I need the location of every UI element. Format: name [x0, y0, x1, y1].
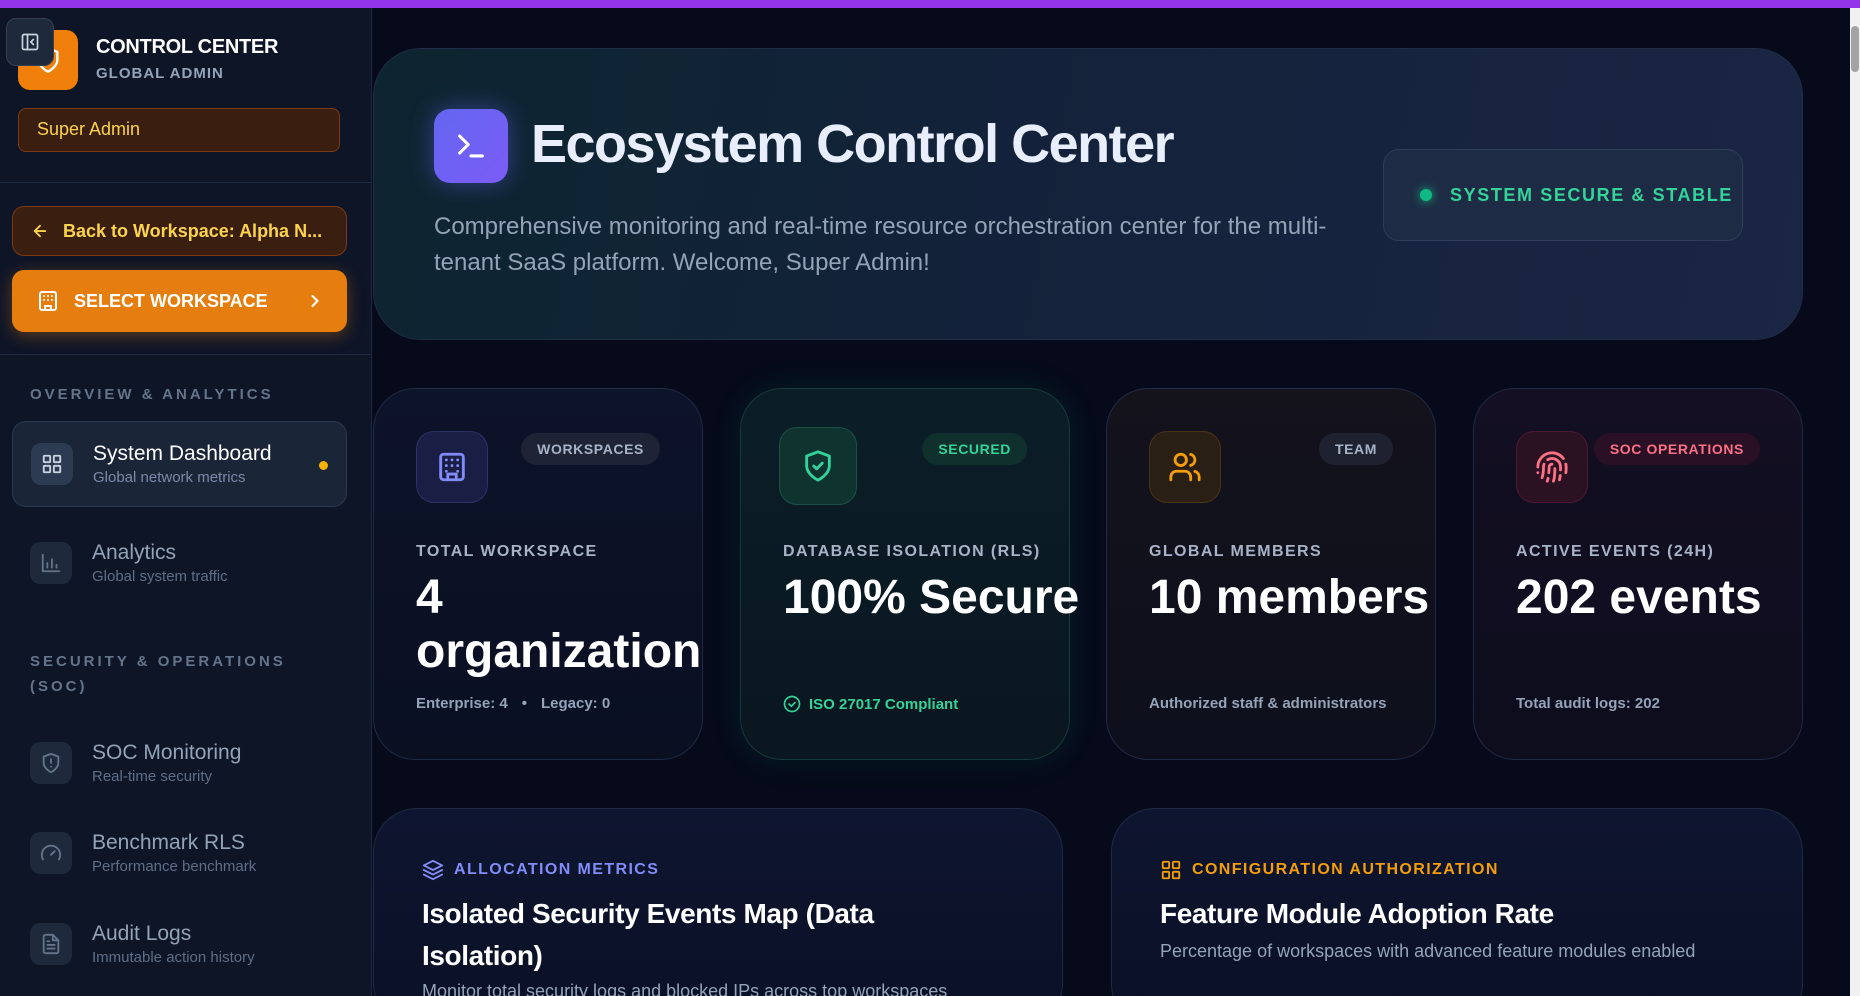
role-badge: Super Admin: [18, 108, 340, 152]
shield-alert-icon: [30, 742, 72, 784]
sidebar-item-benchmark-rls[interactable]: Benchmark RLS Performance benchmark: [12, 810, 347, 896]
grid-icon: [1161, 860, 1181, 880]
sidebar-item-subtitle: Real-time security: [92, 768, 213, 785]
grid-icon: [31, 443, 73, 485]
back-to-workspace-button[interactable]: Back to Workspace: Alpha N...: [12, 206, 347, 256]
panel-subtitle: Percentage of workspaces with advanced f…: [1160, 941, 1696, 961]
page-description: Comprehensive monitoring and real-time r…: [434, 213, 1327, 276]
panel-title: Feature Module Adoption Rate: [1160, 898, 1554, 929]
card-label: DATABASE ISOLATION (RLS): [783, 543, 1041, 560]
users-icon: [1149, 431, 1221, 503]
section-label-overview: OVERVIEW & ANALYTICS: [30, 386, 274, 403]
building-icon: [39, 291, 57, 311]
sidebar-item-system-dashboard[interactable]: System Dashboard Global network metrics: [12, 421, 347, 507]
bar-chart-icon: [30, 542, 72, 584]
panel-kicker: CONFIGURATION AUTHORIZATION: [1160, 859, 1499, 881]
stat-card-db-isolation[interactable]: SECURED DATABASE ISOLATION (RLS) 100% Se…: [740, 388, 1079, 760]
stat-card-members[interactable]: TEAM GLOBAL MEMBERS 10 members Authorize…: [1106, 388, 1436, 760]
back-to-workspace-label: Back to Workspace: Alpha N...: [63, 220, 323, 241]
sidebar-item-subtitle: Immutable action history: [92, 949, 255, 966]
sidebar-item-subtitle: Global system traffic: [92, 568, 228, 585]
sidebar-divider: [0, 182, 371, 183]
arrow-left-icon: [33, 224, 47, 238]
sidebar-divider: [0, 354, 371, 355]
fingerprint-icon: [1516, 431, 1588, 503]
building-icon: [416, 431, 488, 503]
sidebar-item-title: Benchmark RLS: [92, 831, 245, 854]
layers-icon: [422, 859, 444, 881]
legacy-count: Legacy: 0: [540, 695, 611, 712]
card-value: 4 organization: [416, 571, 702, 678]
top-accent-bar: [0, 0, 1860, 8]
system-status-text: SYSTEM SECURE & STABLE: [1450, 185, 1733, 205]
card-badge: SECURED: [922, 433, 1027, 465]
brand-title: CONTROL CENTER: [96, 36, 279, 58]
card-value: 100% Secure: [783, 571, 1080, 624]
panel-kicker-text: CONFIGURATION AUTHORIZATION: [1192, 861, 1499, 878]
card-label: GLOBAL MEMBERS: [1149, 543, 1323, 560]
section-label-security: SECURITY & OPERATIONS (SOC): [30, 653, 286, 695]
panel-title: Isolated Security Events Map (Data Isola…: [422, 898, 874, 971]
panel-security-events-map: ALLOCATION METRICS Isolated Security Eve…: [373, 808, 1063, 996]
card-badge: TEAM: [1318, 433, 1393, 465]
enterprise-count: Enterprise: 4: [416, 695, 508, 712]
sidebar-item-title: Audit Logs: [92, 922, 192, 945]
card-value: 202 events: [1516, 571, 1762, 624]
card-footer: Enterprise: 4 • Legacy: 0: [416, 695, 610, 712]
sidebar-item-analytics[interactable]: Analytics Global system traffic: [12, 520, 347, 606]
card-label: TOTAL WORKSPACE: [416, 543, 598, 560]
chevron-right-icon: [311, 294, 319, 308]
panel-kicker-text: ALLOCATION METRICS: [454, 861, 660, 878]
system-status-badge: SYSTEM SECURE & STABLE: [1383, 149, 1743, 241]
card-footer: Authorized staff & administrators: [1149, 695, 1387, 712]
card-badge: WORKSPACES: [521, 433, 660, 465]
select-workspace-label: SELECT WORKSPACE: [74, 290, 268, 311]
stat-card-workspaces[interactable]: WORKSPACES TOTAL WORKSPACE 4 organizatio…: [373, 388, 703, 760]
card-footer: ISO 27017 Compliant: [783, 695, 958, 713]
file-text-icon: [30, 923, 72, 965]
gauge-icon: [30, 832, 72, 874]
shield-check-icon: [779, 427, 857, 505]
sidebar-item-subtitle: Performance benchmark: [92, 858, 257, 875]
sidebar-item-title: Analytics: [92, 541, 177, 564]
sidebar-item-subtitle: Global network metrics: [93, 469, 246, 486]
panel-feature-adoption: CONFIGURATION AUTHORIZATION Feature Modu…: [1111, 808, 1803, 996]
page-title: Ecosystem Control Center: [531, 114, 1175, 174]
sidebar-item-title: System Dashboard: [93, 442, 272, 465]
scrollbar-thumb[interactable]: [1851, 26, 1859, 72]
sidebar: CONTROL CENTER GLOBAL ADMIN Super Admin …: [0, 8, 372, 996]
select-workspace-button[interactable]: SELECT WORKSPACE: [12, 270, 347, 332]
panel-left-icon: [21, 33, 39, 51]
active-indicator-dot: [319, 461, 328, 470]
card-badge: SOC OPERATIONS: [1593, 433, 1760, 465]
card-footer: Total audit logs: 202: [1516, 695, 1660, 712]
card-value: 10 members: [1149, 571, 1430, 624]
terminal-icon: [434, 109, 508, 183]
stat-card-active-events[interactable]: SOC OPERATIONS ACTIVE EVENTS (24H) 202 e…: [1473, 388, 1803, 760]
compliance-text: ISO 27017 Compliant: [809, 695, 959, 713]
panel-kicker: ALLOCATION METRICS: [422, 859, 659, 881]
hero-banner: Ecosystem Control Center Comprehensive m…: [373, 48, 1803, 340]
check-circle-icon: [783, 695, 801, 713]
status-dot-icon: [1420, 189, 1432, 201]
sidebar-collapse-button[interactable]: [6, 18, 54, 66]
page-scrollbar[interactable]: [1850, 8, 1860, 996]
brand-subtitle: GLOBAL ADMIN: [96, 65, 224, 82]
card-label: ACTIVE EVENTS (24H): [1516, 543, 1715, 560]
panel-subtitle: Monitor total security logs and blocked …: [422, 981, 948, 996]
sidebar-item-soc-monitoring[interactable]: SOC Monitoring Real-time security: [12, 720, 347, 806]
sidebar-item-title: SOC Monitoring: [92, 741, 242, 764]
footer-separator: •: [521, 695, 527, 712]
sidebar-item-audit-logs[interactable]: Audit Logs Immutable action history: [12, 901, 347, 987]
